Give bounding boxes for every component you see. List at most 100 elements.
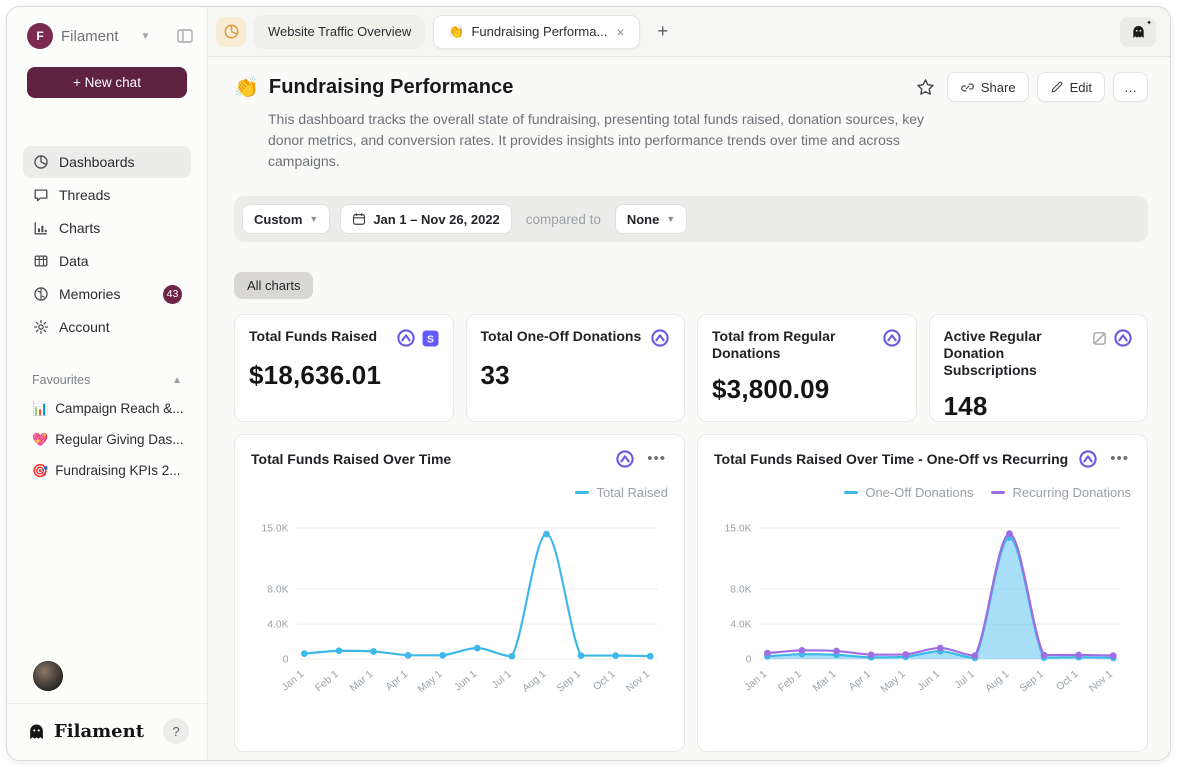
assistant-button[interactable]: ✦ — [1120, 17, 1156, 47]
panel-icon — [177, 29, 193, 43]
favourite-item-fundraising-kpis-2[interactable]: 🎯Fundraising KPIs 2... — [23, 455, 191, 486]
favourite-emoji-icon: 🎯 — [32, 463, 48, 479]
sidebar-item-memories[interactable]: Memories43 — [23, 278, 191, 310]
help-button[interactable]: ? — [163, 718, 189, 744]
sidebar-item-account[interactable]: Account — [23, 311, 191, 343]
svg-text:S: S — [426, 333, 433, 345]
svg-text:4.0K: 4.0K — [267, 620, 288, 631]
chevron-up-icon: ▲ — [172, 375, 182, 386]
favourites-header[interactable]: Favourites ▲ — [32, 373, 182, 387]
share-button[interactable]: Share — [947, 72, 1029, 102]
sidebar-item-label: Account — [59, 319, 110, 335]
svg-text:Aug 1: Aug 1 — [521, 669, 549, 695]
charts-row: Total Funds Raised Over Time•••Total Rai… — [234, 434, 1148, 752]
stripe-icon: S — [422, 330, 439, 347]
dashboard-description: This dashboard tracks the overall state … — [268, 109, 958, 172]
tab-label: Fundraising Performa... — [471, 24, 607, 39]
tab-fundraising-performa[interactable]: 👏 Fundraising Performa... × — [433, 15, 639, 49]
kpi-card-total-one-off-donations: Total One-Off Donations 33 — [466, 314, 686, 422]
sidebar-item-charts[interactable]: Charts — [23, 212, 191, 244]
tab-website-traffic-overview[interactable]: Website Traffic Overview — [254, 15, 425, 49]
favourite-item-regular-giving-das[interactable]: 💖Regular Giving Das... — [23, 424, 191, 455]
sidebar-item-label: Data — [59, 253, 89, 269]
slashed-square-icon — [1092, 331, 1107, 346]
svg-text:Mar 1: Mar 1 — [811, 669, 839, 695]
card-value: $3,800.09 — [712, 374, 902, 405]
collapse-sidebar-button[interactable] — [177, 29, 193, 43]
pie-chart-icon — [223, 23, 240, 40]
workspace-name: Filament — [61, 28, 119, 45]
svg-text:Oct 1: Oct 1 — [592, 669, 618, 693]
chevron-down-icon: ▼ — [141, 31, 151, 42]
kpi-card-total-funds-raised: Total Funds RaisedS$18,636.01 — [234, 314, 454, 422]
svg-text:Jan 1: Jan 1 — [743, 669, 770, 694]
speech-bubble-icon — [32, 187, 49, 203]
range-type-dropdown[interactable]: Custom ▼ — [242, 204, 330, 234]
sidebar-nav: Dashboards Threads Charts Data Memories43 Acc… — [7, 146, 207, 343]
svg-text:May 1: May 1 — [879, 669, 908, 696]
favorite-star-button[interactable] — [912, 74, 939, 101]
link-icon — [960, 80, 975, 95]
svg-text:Feb 1: Feb 1 — [314, 669, 342, 695]
date-range-picker[interactable]: Jan 1 – Nov 26, 2022 — [340, 204, 511, 234]
range-type-value: Custom — [254, 212, 302, 227]
new-tab-button[interactable]: + — [648, 21, 679, 42]
sidebar-item-data[interactable]: Data — [23, 245, 191, 277]
ghost-icon — [1130, 23, 1147, 40]
svg-text:Jan 1: Jan 1 — [280, 669, 307, 694]
brain-icon — [32, 286, 49, 302]
peak-circle-icon — [882, 328, 902, 348]
svg-text:Jul 1: Jul 1 — [953, 669, 977, 692]
all-charts-filter-button[interactable]: All charts — [234, 272, 313, 299]
chevron-down-icon: ▼ — [309, 214, 318, 224]
card-value: 33 — [481, 360, 671, 391]
pie-chart-icon — [32, 154, 49, 170]
main-area: Website Traffic Overview 👏 Fundraising Per… — [208, 7, 1170, 760]
more-actions-button[interactable]: … — [1113, 72, 1148, 102]
chart-legend: Total Raised — [251, 485, 668, 500]
svg-text:15.0K: 15.0K — [724, 523, 751, 534]
chart-more-button[interactable]: ••• — [645, 452, 668, 466]
tab-label: Website Traffic Overview — [268, 24, 411, 39]
svg-text:Aug 1: Aug 1 — [984, 669, 1012, 695]
sidebar-item-label: Charts — [59, 220, 100, 236]
chart-more-button[interactable]: ••• — [1108, 452, 1131, 466]
ellipsis-icon: … — [1124, 80, 1137, 95]
peak-circle-icon — [615, 449, 635, 469]
sidebar-item-threads[interactable]: Threads — [23, 179, 191, 211]
sidebar-item-dashboards[interactable]: Dashboards — [23, 146, 191, 178]
kpi-card-active-regular-donation-subscriptions: Active Regular Donation Subscriptions148 — [929, 314, 1149, 422]
svg-text:Sep 1: Sep 1 — [1018, 669, 1046, 695]
svg-text:4.0K: 4.0K — [730, 620, 751, 631]
workspace-switcher[interactable]: F Filament ▼ — [7, 7, 207, 59]
edit-button[interactable]: Edit — [1037, 72, 1105, 102]
card-title: Total Funds Raised — [249, 328, 390, 345]
svg-text:Apr 1: Apr 1 — [847, 669, 873, 693]
svg-text:Nov 1: Nov 1 — [1087, 669, 1115, 695]
card-title: Total One-Off Donations — [481, 328, 645, 345]
legend-item-total-raised: Total Raised — [575, 485, 668, 500]
new-chat-button[interactable]: + New chat — [27, 67, 187, 98]
dashboard-content: 👏 Fundraising Performance Share Edit — [208, 57, 1170, 760]
close-tab-button[interactable]: × — [614, 24, 624, 40]
tab-emoji-icon: 👏 — [448, 24, 464, 40]
dashboards-home-button[interactable] — [216, 17, 246, 47]
favourite-label: Regular Giving Das... — [55, 432, 183, 447]
svg-text:0: 0 — [746, 655, 752, 666]
card-title: Active Regular Donation Subscriptions — [944, 328, 1087, 379]
chart-title: Total Funds Raised Over Time - One-Off v… — [714, 451, 1068, 467]
svg-text:Sep 1: Sep 1 — [555, 669, 583, 695]
peak-circle-icon — [1078, 449, 1098, 469]
sidebar-item-label: Threads — [59, 187, 110, 203]
svg-text:Feb 1: Feb 1 — [777, 669, 805, 695]
svg-text:Mar 1: Mar 1 — [348, 669, 376, 695]
svg-text:May 1: May 1 — [416, 669, 445, 696]
user-avatar[interactable] — [33, 661, 63, 691]
comparison-dropdown[interactable]: None ▼ — [615, 204, 687, 234]
kpi-card-total-from-regular-donations: Total from Regular Donations$3,800.09 — [697, 314, 917, 422]
favourite-item-campaign-reach[interactable]: 📊Campaign Reach &... — [23, 393, 191, 424]
bar-chart-icon — [32, 220, 49, 236]
pencil-icon — [1050, 80, 1064, 94]
favourite-emoji-icon: 📊 — [32, 401, 48, 417]
chevron-down-icon: ▼ — [666, 214, 675, 224]
